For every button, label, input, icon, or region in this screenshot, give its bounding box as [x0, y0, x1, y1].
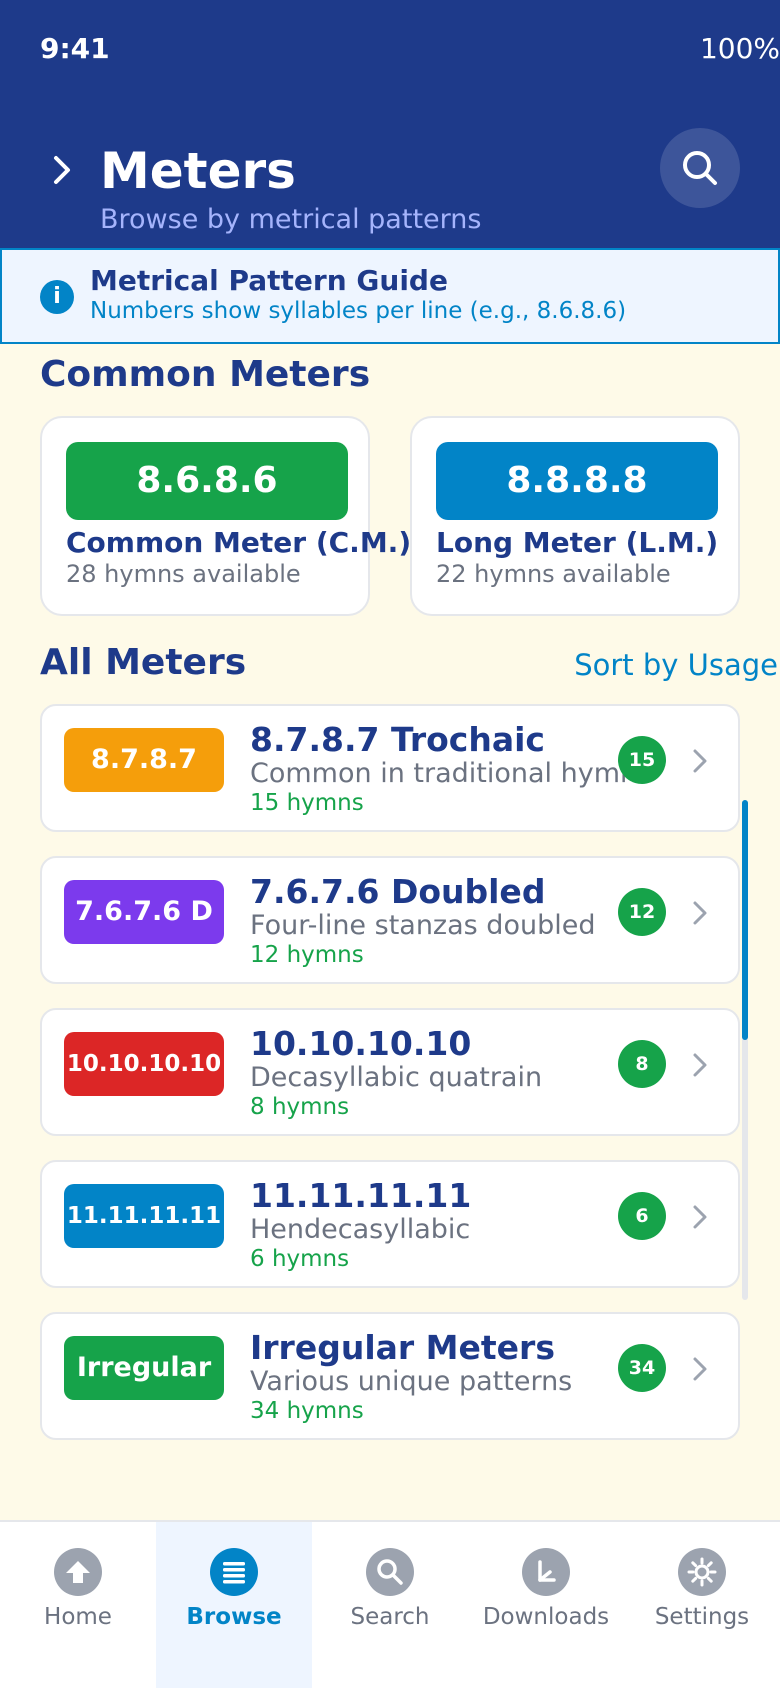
page-title: Meters [100, 142, 296, 200]
download-icon [522, 1548, 570, 1596]
meter-name: Irregular Meters [250, 1328, 555, 1367]
meter-count: 6 hymns [250, 1246, 350, 1272]
meter-count: 22 hymns available [436, 560, 671, 588]
meter-row[interactable]: 8.7.8.7 8.7.8.7 Trochaic Common in tradi… [40, 704, 740, 832]
meter-name: 10.10.10.10 [250, 1024, 472, 1063]
chevron-right-icon [693, 1357, 707, 1381]
search-icon [683, 151, 717, 185]
hymn-count-badge: 15 [618, 736, 666, 784]
meter-description: Decasyllabic quatrain [250, 1062, 543, 1093]
meter-name: 11.11.11.11 [250, 1176, 472, 1215]
nav-item-settings[interactable]: Settings [624, 1522, 780, 1688]
nav-label: Search [350, 1604, 430, 1630]
metrical-guide-banner: i Metrical Pattern Guide Numbers show sy… [0, 248, 780, 344]
meter-description: Common in traditional hymns [250, 758, 652, 789]
meter-badge: 10.10.10.10 [64, 1032, 224, 1096]
home-icon [54, 1548, 102, 1596]
search-button[interactable] [660, 128, 740, 208]
hymn-count-badge: 6 [618, 1192, 666, 1240]
meter-badge: 7.6.7.6 D [64, 880, 224, 944]
hymn-count-badge: 12 [618, 888, 666, 936]
status-time: 9:41 [40, 32, 110, 65]
nav-label: Home [44, 1604, 112, 1630]
meter-badge: Irregular [64, 1336, 224, 1400]
meter-description: Four-line stanzas doubled [250, 910, 596, 941]
chevron-right-icon [693, 749, 707, 773]
meter-row[interactable]: 11.11.11.11 11.11.11.11 Hendecasyllabic … [40, 1160, 740, 1288]
nav-label: Downloads [482, 1604, 610, 1630]
common-meter-card[interactable]: 8.6.8.6 Common Meter (C.M.) 28 hymns ava… [40, 416, 411, 616]
meter-count: 15 hymns [250, 790, 364, 816]
search-icon [366, 1548, 414, 1596]
app-header: 9:41 100% Meters Browse by metrical patt… [0, 0, 780, 248]
meter-name: 8.7.8.7 Trochaic [250, 720, 545, 759]
meter-name: 7.6.7.6 Doubled [250, 872, 546, 911]
meter-description: Various unique patterns [250, 1366, 573, 1397]
common-meters-title: Common Meters [40, 354, 371, 395]
nav-item-browse[interactable]: Browse [156, 1522, 312, 1688]
meter-count: 12 hymns [250, 942, 364, 968]
page-subtitle: Browse by metrical patterns [100, 204, 482, 235]
list-icon [210, 1548, 258, 1596]
info-icon: i [40, 280, 74, 314]
meter-description: Hendecasyllabic [250, 1214, 471, 1245]
nav-item-search[interactable]: Search [312, 1522, 468, 1688]
nav-item-home[interactable]: Home [0, 1522, 156, 1688]
nav-item-downloads[interactable]: Downloads [468, 1522, 624, 1688]
scrollbar-thumb[interactable] [742, 800, 748, 1040]
meter-count: 34 hymns [250, 1398, 364, 1424]
chevron-right-icon [693, 1053, 707, 1077]
meter-row[interactable]: 10.10.10.10 10.10.10.10 Decasyllabic qua… [40, 1008, 740, 1136]
nav-label: Settings [654, 1604, 750, 1630]
meter-badge: 8.7.8.7 [64, 728, 224, 792]
meter-badge: 11.11.11.11 [64, 1184, 224, 1248]
hymn-count-badge: 8 [618, 1040, 666, 1088]
sort-by-usage-link[interactable]: Sort by Usage [574, 648, 778, 682]
meter-count: 8 hymns [250, 1094, 350, 1120]
meter-row[interactable]: Irregular Irregular Meters Various uniqu… [40, 1312, 740, 1440]
long-meter-card[interactable]: 8.8.8.8 Long Meter (L.M.) 22 hymns avail… [410, 416, 740, 616]
chevron-right-icon [693, 1205, 707, 1229]
bottom-navigation: Home Browse Search Downloads Settings [0, 1520, 780, 1688]
all-meters-title: All Meters [40, 642, 247, 683]
guide-description: Numbers show syllables per line (e.g., 8… [90, 298, 627, 324]
status-battery: 100% [699, 32, 780, 65]
meter-name: Common Meter (C.M.) [66, 526, 412, 559]
meter-name: Long Meter (L.M.) [436, 526, 719, 559]
guide-title: Metrical Pattern Guide [90, 264, 448, 297]
chevron-right-icon[interactable] [48, 150, 76, 190]
meter-badge: 8.8.8.8 [436, 442, 718, 520]
meter-count: 28 hymns available [66, 560, 301, 588]
nav-label: Browse [186, 1604, 282, 1630]
meter-badge: 8.6.8.6 [66, 442, 348, 520]
chevron-right-icon [693, 901, 707, 925]
gear-icon [678, 1548, 726, 1596]
hymn-count-badge: 34 [618, 1344, 666, 1392]
meter-row[interactable]: 7.6.7.6 D 7.6.7.6 Doubled Four-line stan… [40, 856, 740, 984]
